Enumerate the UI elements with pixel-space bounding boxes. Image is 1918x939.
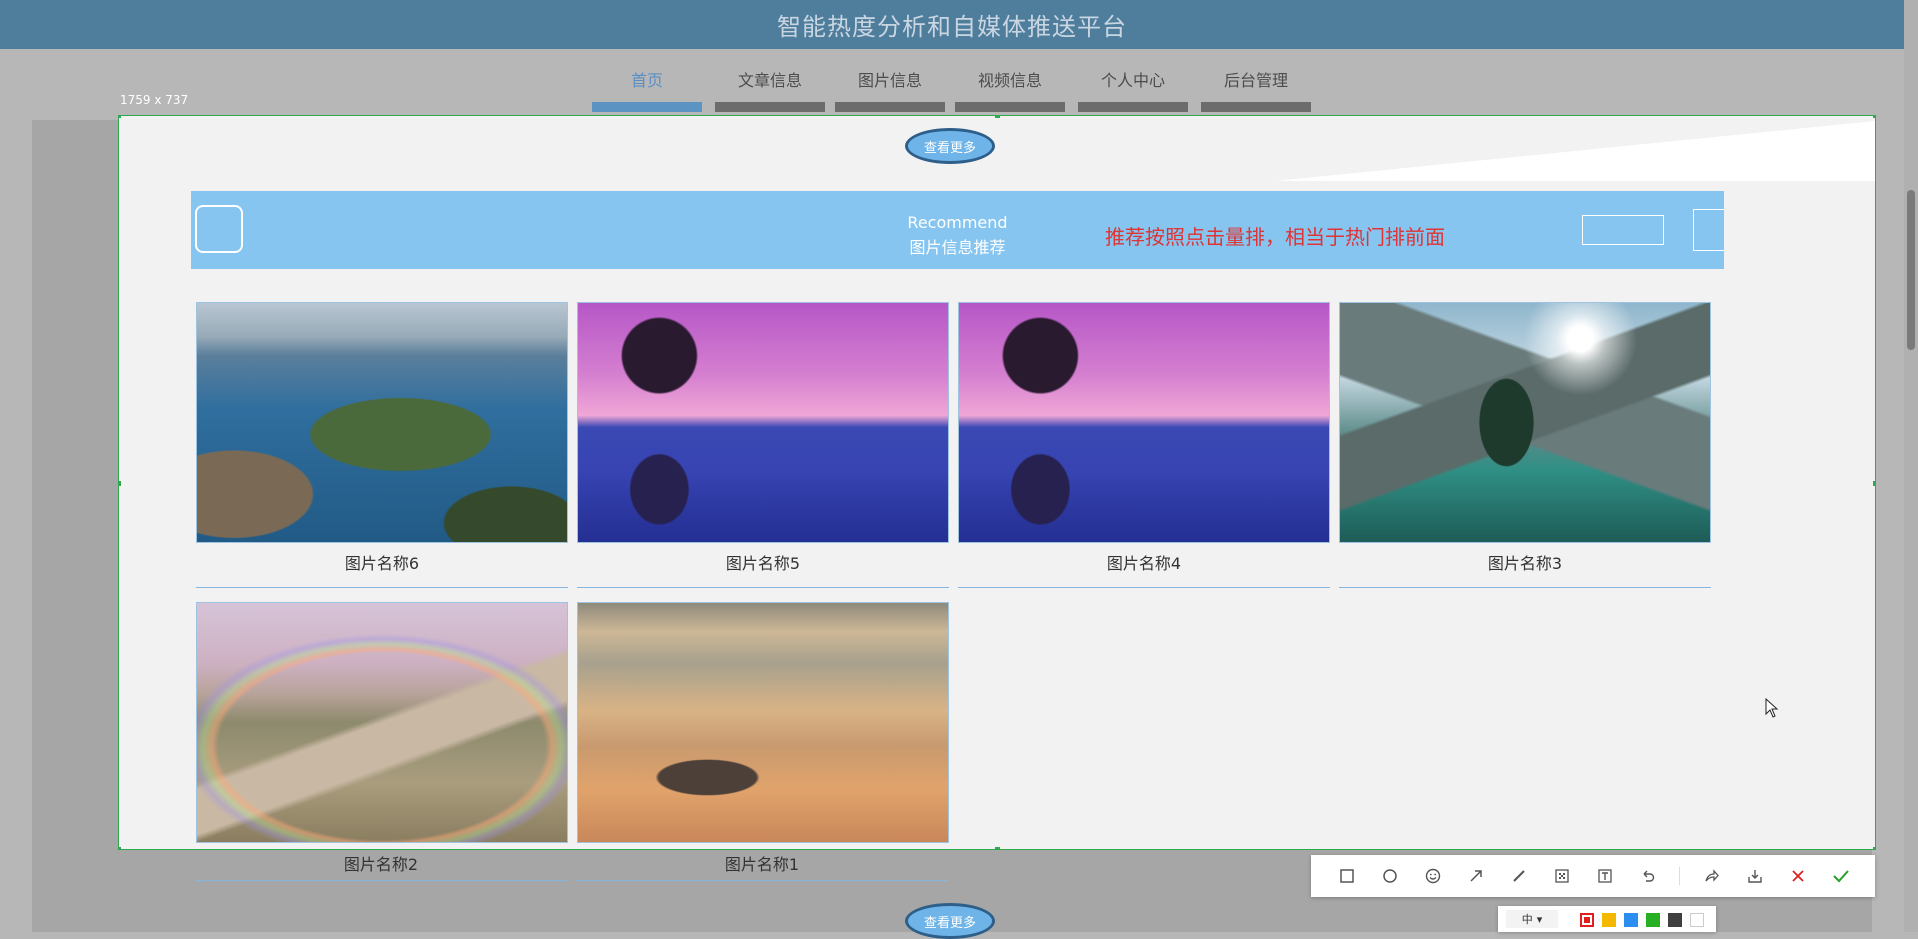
selection-size-label: 1759 x 737 (120, 93, 189, 107)
color-palette: 中 ▾ (1498, 906, 1716, 932)
download-icon[interactable] (1743, 864, 1767, 888)
rectangle-icon[interactable] (1335, 864, 1359, 888)
nav-underline (1201, 102, 1311, 112)
mosaic-icon[interactable] (1550, 864, 1574, 888)
resize-handle[interactable] (119, 481, 121, 486)
image-card[interactable]: 图片名称5 (577, 302, 949, 588)
banner-annotation: 推荐按照点击量排，相当于热门排前面 (1105, 225, 1445, 249)
card-image[interactable] (577, 602, 949, 843)
banner-title-zh: 图片信息推荐 (909, 238, 1006, 257)
size-select-value: 中 (1521, 913, 1533, 926)
resize-handle[interactable] (119, 116, 121, 118)
image-card[interactable] (196, 602, 568, 843)
main-nav: 首页 文章信息 图片信息 视频信息 个人中心 后台管理 (0, 62, 1904, 112)
nav-item-label: 首页 (630, 71, 663, 90)
image-card[interactable] (577, 602, 949, 843)
mouse-cursor-icon (1765, 698, 1779, 718)
arrow-icon[interactable] (1464, 864, 1488, 888)
color-swatch-dark[interactable] (1668, 913, 1682, 927)
recommend-banner: Recommend 图片信息推荐 推荐按照点击量排，相当于热门排前面 (191, 191, 1724, 269)
card-caption[interactable]: 图片名称4 (958, 543, 1330, 588)
resize-handle[interactable] (1873, 847, 1875, 849)
resize-handle[interactable] (995, 116, 1000, 118)
banner-title-en: Recommend (907, 213, 1008, 232)
view-more-button-top[interactable]: 查看更多 (905, 128, 995, 164)
nav-item-label: 后台管理 (1223, 71, 1288, 90)
emoji-icon[interactable] (1421, 864, 1445, 888)
nav-item-articles[interactable]: 文章信息 (715, 62, 825, 112)
pen-icon[interactable] (1507, 864, 1531, 888)
card-image[interactable] (196, 602, 568, 843)
banner-decoration (1693, 209, 1724, 251)
image-card[interactable]: 图片名称6 (196, 302, 568, 588)
color-swatch-blue[interactable] (1624, 913, 1638, 927)
card-image[interactable] (1339, 302, 1711, 543)
card-image[interactable] (196, 302, 568, 543)
color-swatch-white[interactable] (1690, 913, 1704, 927)
nav-item-images[interactable]: 图片信息 (835, 62, 945, 112)
nav-item-admin[interactable]: 后台管理 (1201, 62, 1311, 112)
resize-handle[interactable] (995, 847, 1000, 849)
card-caption[interactable]: 图片名称5 (577, 543, 949, 588)
nav-underline (715, 102, 825, 112)
card-image[interactable] (958, 302, 1330, 543)
site-title: 智能热度分析和自媒体推送平台 (777, 13, 1127, 41)
nav-item-profile[interactable]: 个人中心 (1078, 62, 1188, 112)
nav-item-label: 图片信息 (857, 71, 922, 90)
share-icon[interactable] (1700, 864, 1724, 888)
card-caption[interactable]: 图片名称6 (196, 543, 568, 588)
nav-underline (835, 102, 945, 112)
undo-icon[interactable] (1636, 864, 1660, 888)
color-swatch-red[interactable] (1580, 913, 1594, 927)
cancel-icon[interactable] (1786, 864, 1810, 888)
image-card[interactable]: 图片名称4 (958, 302, 1330, 588)
caret-down-icon: ▾ (1536, 912, 1543, 926)
ellipse-icon[interactable] (1378, 864, 1402, 888)
decorative-wedge (1275, 121, 1875, 181)
nav-underline (955, 102, 1065, 112)
card-caption[interactable]: 图片名称3 (1339, 543, 1711, 588)
card-caption[interactable]: 图片名称1 (576, 850, 948, 881)
nav-item-videos[interactable]: 视频信息 (955, 62, 1065, 112)
site-header: 智能热度分析和自媒体推送平台 (0, 0, 1904, 49)
resize-handle[interactable] (1873, 116, 1875, 118)
image-card[interactable]: 图片名称3 (1339, 302, 1711, 588)
confirm-icon[interactable] (1829, 864, 1853, 888)
view-more-button-bottom[interactable]: 查看更多 (905, 903, 995, 939)
nav-item-home[interactable]: 首页 (592, 62, 702, 112)
scrollbar-thumb[interactable] (1907, 190, 1915, 350)
screenshot-selection[interactable]: 查看更多 Recommend 图片信息推荐 推荐按照点击量排，相当于热门排前面 … (118, 115, 1876, 850)
resize-handle[interactable] (119, 847, 121, 849)
text-icon[interactable] (1593, 864, 1617, 888)
color-swatch-green[interactable] (1646, 913, 1660, 927)
nav-underline (592, 102, 702, 112)
card-caption[interactable]: 图片名称2 (195, 850, 567, 881)
color-swatch-yellow[interactable] (1602, 913, 1616, 927)
size-select[interactable]: 中 ▾ (1506, 910, 1558, 928)
nav-underline (1078, 102, 1188, 112)
card-image[interactable] (577, 302, 949, 543)
nav-item-label: 视频信息 (977, 71, 1042, 90)
resize-handle[interactable] (1873, 481, 1875, 486)
nav-item-label: 文章信息 (737, 71, 802, 90)
annotation-toolbar (1311, 855, 1875, 897)
banner-decoration (1582, 215, 1664, 245)
nav-item-label: 个人中心 (1100, 71, 1165, 90)
toolbar-divider (1679, 867, 1680, 885)
page-scrollbar[interactable] (1904, 0, 1918, 932)
